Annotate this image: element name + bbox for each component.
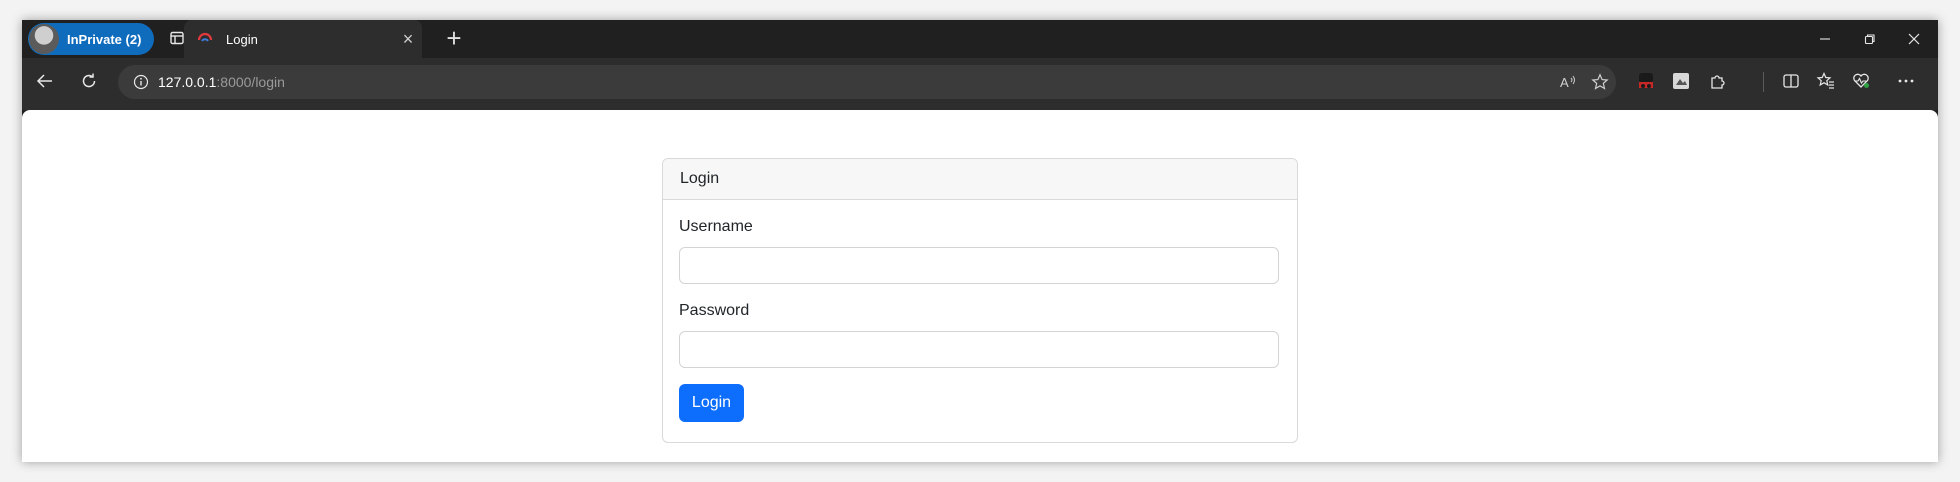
address-bar[interactable]: 127.0.0.1:8000/login A [118,65,1616,99]
username-input[interactable] [679,247,1279,284]
info-icon[interactable] [132,73,150,91]
toolbar: 127.0.0.1:8000/login A [22,58,1938,110]
read-aloud-icon[interactable]: A [1558,72,1578,92]
close-window-icon[interactable] [1892,20,1936,58]
new-tab-button[interactable]: + [440,25,468,51]
url-text[interactable]: 127.0.0.1:8000/login [158,74,285,90]
restore-icon[interactable] [1848,20,1892,58]
split-screen-icon[interactable] [1778,68,1804,94]
minimize-icon[interactable] [1803,20,1847,58]
password-input[interactable] [679,331,1279,368]
refresh-icon[interactable] [74,66,104,96]
edge-tab-icon [196,30,214,48]
toolbar-divider [1763,72,1764,92]
browser-window: InPrivate (2) Login × + 127.0.0.1:8000/l… [22,20,1938,462]
url-path: :8000/login [216,74,285,90]
svg-text:A: A [1560,75,1569,90]
favorite-star-icon[interactable] [1590,72,1610,92]
favorites-icon[interactable] [1813,68,1839,94]
tab-login[interactable]: Login × [184,20,422,58]
avatar [29,24,59,54]
login-button[interactable]: Login [679,384,744,422]
profile-button[interactable]: InPrivate (2) [28,23,154,55]
tab-close-icon[interactable]: × [394,29,422,50]
login-card: Login Username Password Login [662,158,1298,443]
extension-icon-1[interactable] [1633,68,1659,94]
card-body: Username Password Login [663,218,1297,422]
browser-essentials-icon[interactable] [1848,68,1874,94]
tab-title: Login [226,31,258,47]
username-label: Username [679,218,753,235]
extension-icon-2[interactable] [1668,68,1694,94]
password-label: Password [679,302,750,319]
back-icon[interactable] [30,66,60,96]
extensions-puzzle-icon[interactable] [1705,68,1731,94]
page-content: Login Username Password Login [22,110,1938,462]
url-host: 127.0.0.1 [158,74,217,90]
card-header: Login [663,159,1297,200]
profile-label: InPrivate (2) [67,31,142,47]
more-menu-icon[interactable] [1893,68,1919,94]
